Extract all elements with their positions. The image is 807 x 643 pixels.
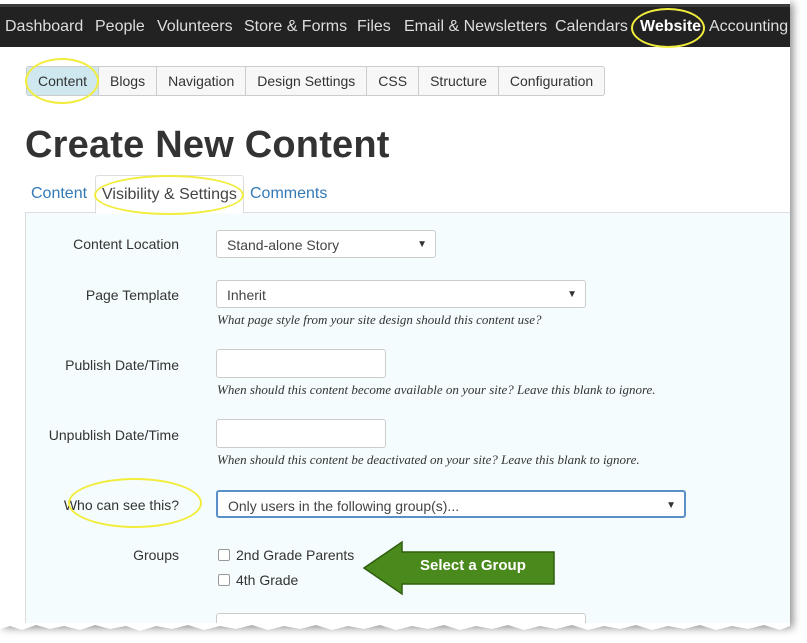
nav-store-forms[interactable]: Store & Forms: [244, 7, 347, 47]
page-title: Create New Content: [25, 124, 390, 166]
tab-comments[interactable]: Comments: [250, 175, 327, 213]
subtab-design-settings[interactable]: Design Settings: [246, 66, 368, 96]
website-subtabs: Content Blogs Navigation Design Settings…: [26, 66, 606, 96]
chevron-down-icon: ▼: [417, 239, 427, 250]
publish-date-input[interactable]: [216, 349, 386, 378]
visibility-value: Only users in the following group(s)...: [228, 498, 460, 514]
page-template-help: What page style from your site design sh…: [217, 312, 542, 327]
group-label-4th-grade: 4th Grade: [236, 572, 299, 588]
nav-dashboard[interactable]: Dashboard: [5, 7, 83, 47]
chevron-down-icon: ▼: [666, 500, 676, 511]
nav-website[interactable]: Website: [640, 7, 701, 47]
subtab-blogs[interactable]: Blogs: [99, 66, 158, 96]
publish-date-help: When should this content become availabl…: [217, 382, 656, 397]
subtab-configuration[interactable]: Configuration: [498, 66, 606, 96]
callout-text: Select a Group: [420, 557, 526, 574]
subtab-navigation[interactable]: Navigation: [157, 66, 247, 96]
app-window: Dashboard People Volunteers Store & Form…: [0, 0, 790, 625]
tab-visibility-settings[interactable]: Visibility & Settings: [95, 175, 244, 214]
unpublish-date-help: When should this content be deactivated …: [217, 452, 640, 467]
groups-label: Groups: [133, 547, 179, 563]
tab-content[interactable]: Content: [31, 175, 87, 213]
page-template-label: Page Template: [85, 287, 179, 303]
nav-volunteers[interactable]: Volunteers: [157, 7, 233, 47]
top-navigation: Dashboard People Volunteers Store & Form…: [0, 7, 790, 47]
page-template-value: Inherit: [227, 287, 266, 303]
publish-date-label: Publish Date/Time: [65, 357, 179, 373]
visibility-label: Who can see this?: [63, 497, 179, 513]
group-checkbox-2nd-grade-parents[interactable]: [218, 549, 230, 561]
group-label-2nd-grade-parents: 2nd Grade Parents: [236, 547, 355, 563]
page-template-select[interactable]: Inherit ▼: [216, 280, 586, 308]
nav-email-newsletters[interactable]: Email & Newsletters: [404, 7, 547, 47]
nav-files[interactable]: Files: [357, 7, 391, 47]
content-location-select[interactable]: Stand-alone Story ▼: [216, 230, 436, 258]
content-location-value: Stand-alone Story: [227, 237, 340, 253]
unpublish-date-input[interactable]: [216, 419, 386, 448]
content-location-label: Content Location: [73, 236, 179, 252]
torn-edge: [0, 623, 790, 631]
subtab-structure[interactable]: Structure: [419, 66, 499, 96]
select-group-callout: Select a Group: [362, 540, 556, 596]
unpublish-date-label: Unpublish Date/Time: [48, 427, 179, 443]
nav-people[interactable]: People: [95, 7, 145, 47]
nav-calendars[interactable]: Calendars: [555, 7, 628, 47]
visibility-select[interactable]: Only users in the following group(s)... …: [216, 490, 686, 518]
group-checkbox-4th-grade[interactable]: [218, 574, 230, 586]
subtab-content[interactable]: Content: [26, 66, 100, 96]
subtab-css[interactable]: CSS: [367, 66, 420, 96]
chevron-down-icon: ▼: [567, 289, 577, 300]
nav-accounting[interactable]: Accounting: [709, 7, 788, 47]
